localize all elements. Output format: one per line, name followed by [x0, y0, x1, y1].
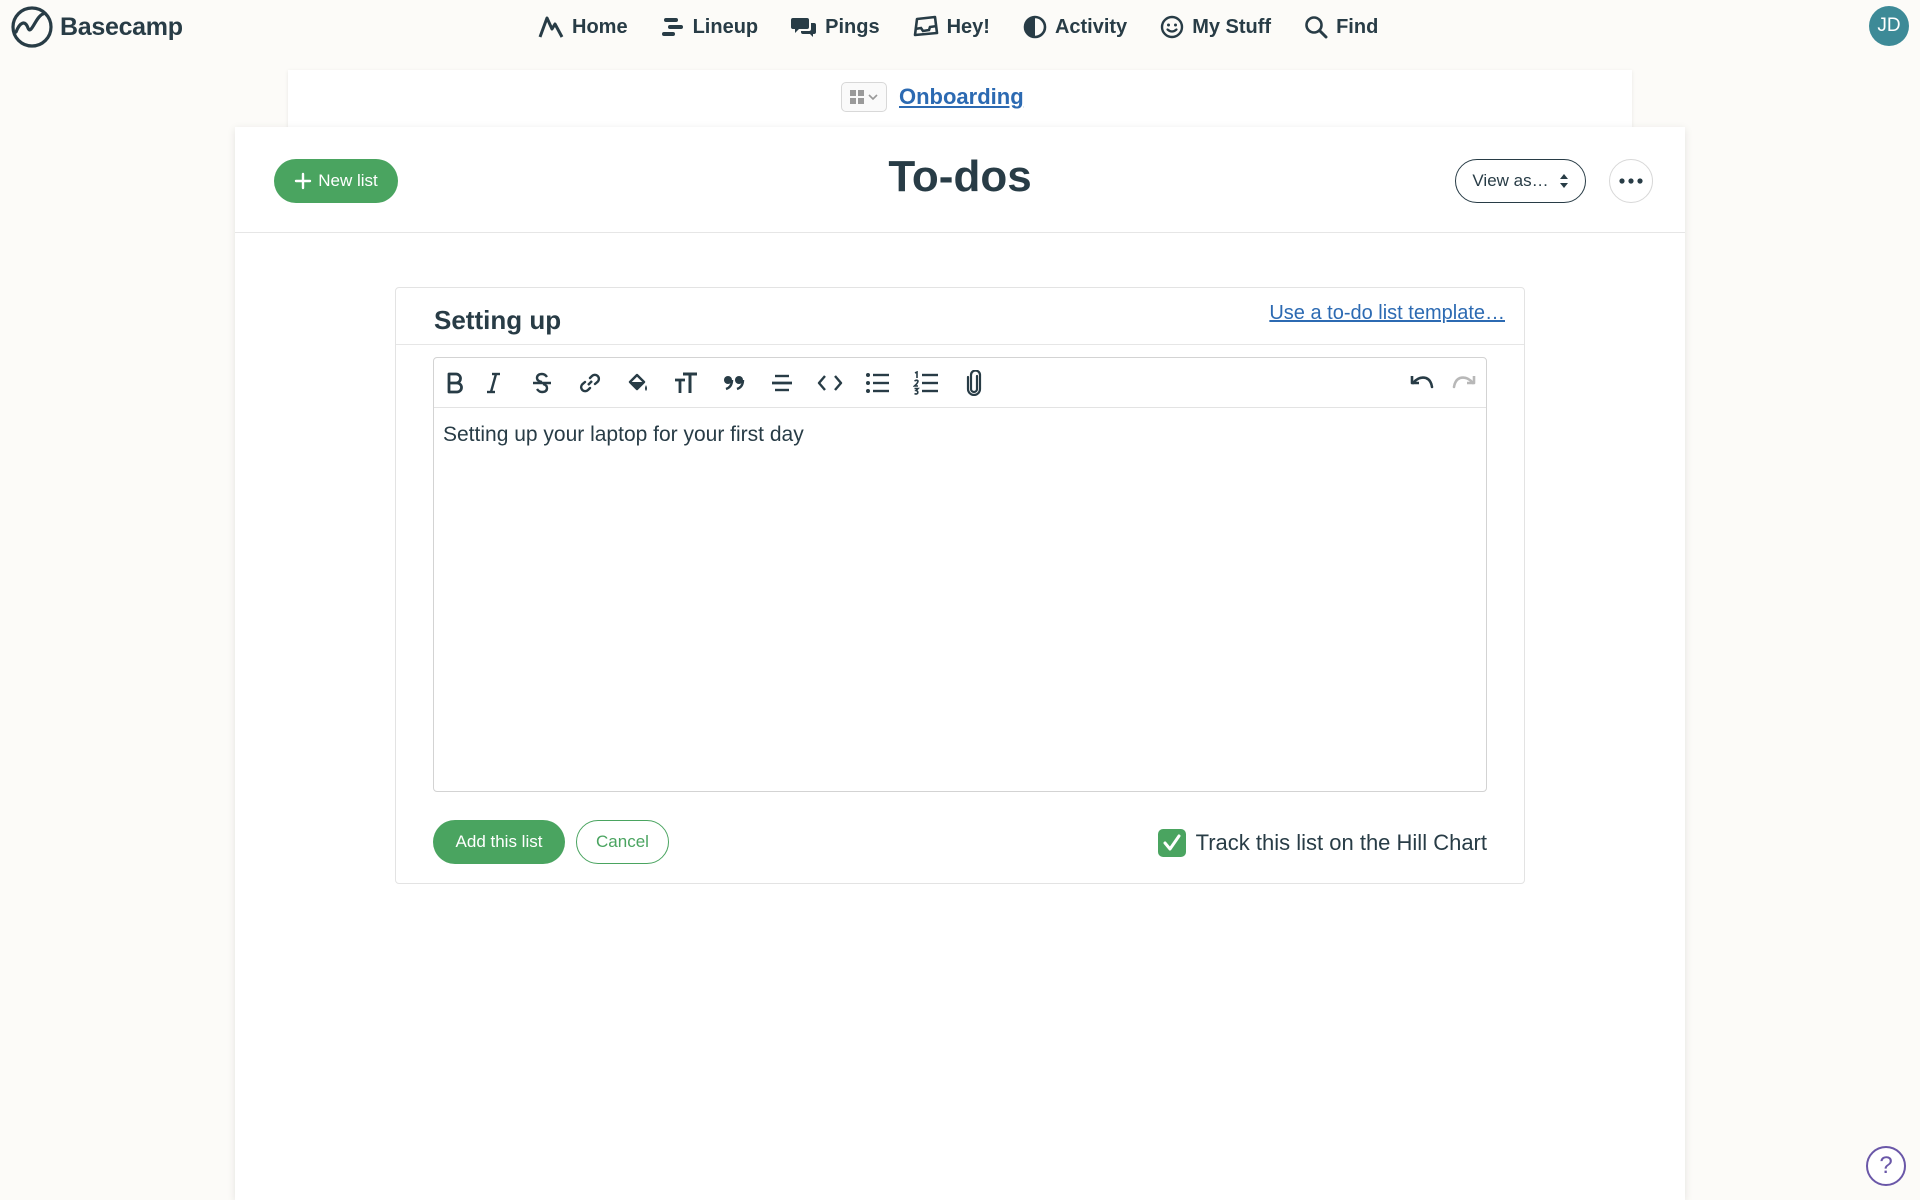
redo-button[interactable] [1446, 366, 1482, 400]
half-circle-icon [1023, 15, 1047, 39]
top-navigation: Basecamp Home Lineup Pings Hey! Activity… [0, 0, 1920, 54]
project-link-onboarding[interactable]: Onboarding [899, 84, 1024, 110]
sort-arrows-icon [1559, 174, 1568, 188]
chevron-down-icon [868, 94, 878, 101]
ellipsis-icon [1619, 178, 1643, 184]
highlight-icon [628, 373, 647, 391]
todos-card: New list To-dos View as… Use a to-do lis… [235, 127, 1685, 1200]
undo-icon [1410, 376, 1434, 389]
highlight-button[interactable] [620, 366, 656, 400]
nav-label-find: Find [1336, 15, 1379, 38]
undo-button[interactable] [1404, 366, 1440, 400]
plus-icon [295, 172, 312, 190]
bold-button[interactable] [437, 366, 473, 400]
basecamp-logo[interactable]: Basecamp [10, 6, 183, 48]
inbox-tray-icon [913, 15, 938, 37]
hill-chart-checkbox[interactable] [1157, 829, 1186, 857]
numbered-list-icon [913, 371, 938, 395]
attachment-button[interactable] [956, 366, 992, 400]
user-avatar[interactable]: JD [1869, 6, 1909, 46]
nav-label-home: Home [572, 15, 628, 38]
cancel-button[interactable]: Cancel [576, 820, 669, 864]
code-button[interactable] [812, 366, 848, 400]
code-icon [817, 375, 843, 391]
quote-icon [724, 376, 745, 391]
text-size-button[interactable] [668, 366, 704, 400]
nav-label-hey: Hey! [946, 15, 990, 38]
search-icon [1305, 16, 1328, 39]
editor-toolbar [434, 358, 1486, 408]
numbered-list-button[interactable] [908, 366, 944, 400]
italic-icon [487, 372, 500, 394]
view-as-label: View as… [1472, 171, 1549, 190]
use-template-link[interactable]: Use a to-do list template… [1269, 302, 1505, 325]
nav-label-my-stuff: My Stuff [1192, 15, 1272, 38]
new-list-label: New list [318, 171, 378, 190]
project-switcher-button[interactable] [841, 82, 887, 112]
horizontal-rule-button[interactable] [764, 366, 800, 400]
help-button[interactable]: ? [1866, 1146, 1906, 1186]
link-button[interactable] [572, 366, 608, 400]
new-todo-list-form: Use a to-do list template… [395, 287, 1525, 884]
bulleted-list-button[interactable] [860, 366, 896, 400]
chat-bubbles-icon [791, 18, 817, 37]
nav-item-find[interactable]: Find [1304, 15, 1378, 39]
strikethrough-button[interactable] [524, 366, 560, 400]
add-this-list-button[interactable]: Add this list [433, 820, 565, 864]
smiley-icon [1160, 15, 1184, 39]
basecamp-logo-icon [11, 6, 53, 48]
divider [396, 344, 1524, 345]
nav-item-activity[interactable]: Activity [1023, 15, 1127, 39]
attachment-icon [966, 370, 982, 396]
link-icon [579, 373, 601, 393]
description-editor[interactable]: Setting up your laptop for your first da… [443, 420, 1473, 780]
brand-name: Basecamp [60, 12, 183, 41]
list-name-input[interactable] [434, 300, 1234, 340]
quote-button[interactable] [716, 366, 752, 400]
nav-item-lineup[interactable]: Lineup [661, 15, 759, 39]
nav-item-pings[interactable]: Pings [791, 15, 880, 39]
lineup-icon [661, 18, 683, 36]
home-icon [538, 16, 564, 38]
rich-text-editor: Setting up your laptop for your first da… [433, 357, 1487, 792]
nav-item-my-stuff[interactable]: My Stuff [1160, 15, 1271, 39]
hill-chart-label: Track this list on the Hill Chart [1195, 830, 1487, 855]
nav-label-lineup: Lineup [692, 15, 759, 38]
bulleted-list-icon [866, 373, 889, 393]
hill-chart-toggle[interactable]: Track this list on the Hill Chart [1157, 826, 1487, 860]
italic-button[interactable] [476, 366, 512, 400]
redo-icon [1452, 376, 1476, 389]
grid-icon [850, 90, 864, 104]
view-as-dropdown[interactable]: View as… [1455, 159, 1586, 203]
nav-item-hey[interactable]: Hey! [913, 15, 990, 39]
strikethrough-icon [533, 372, 551, 394]
more-options-button[interactable] [1609, 159, 1653, 203]
text-size-icon [675, 372, 697, 393]
nav-item-home[interactable]: Home [538, 15, 628, 39]
new-list-button[interactable]: New list [274, 159, 398, 203]
nav-label-activity: Activity [1054, 15, 1128, 38]
main-nav: Home Lineup Pings Hey! Activity My Stuff… [538, 6, 1411, 48]
card-header: New list To-dos View as… [235, 127, 1685, 233]
horizontal-rule-icon [772, 374, 792, 392]
checkmark-icon [1163, 834, 1181, 851]
nav-label-pings: Pings [825, 15, 880, 38]
bold-icon [447, 372, 463, 394]
